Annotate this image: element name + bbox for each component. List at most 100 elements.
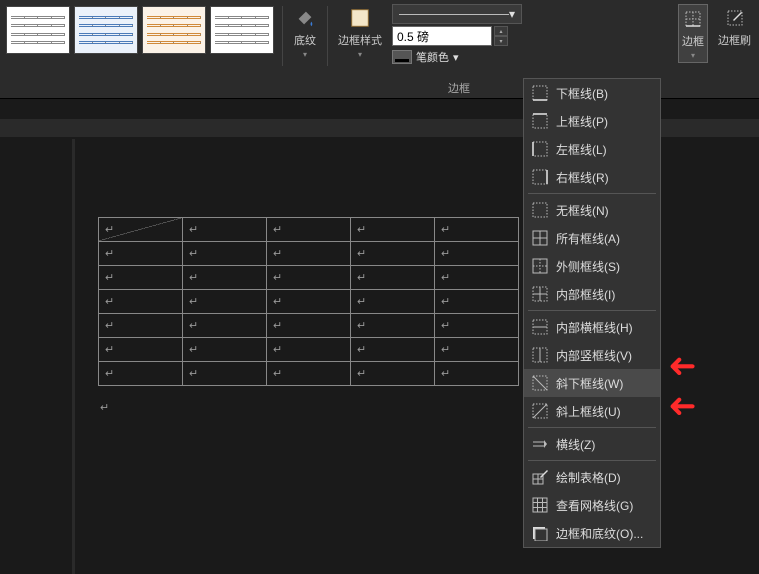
- spin-down-icon[interactable]: ▾: [494, 36, 508, 46]
- table-cell[interactable]: ↵: [351, 338, 435, 362]
- menu-item-diagonal-down[interactable]: 斜下框线(W): [524, 369, 660, 397]
- table-cell[interactable]: ↵: [183, 290, 267, 314]
- group-label-borders: 边框: [448, 80, 470, 96]
- menu-item-all-borders[interactable]: 所有框线(A): [524, 224, 660, 252]
- table-cell[interactable]: ↵: [435, 242, 519, 266]
- table-cell[interactable]: ↵: [99, 218, 183, 242]
- table-style-option[interactable]: [210, 6, 274, 54]
- menu-item-bottom-border[interactable]: 下框线(B): [524, 79, 660, 107]
- diagonal-down-icon: [532, 375, 548, 391]
- no-border-icon: [532, 202, 548, 218]
- menu-item-borders-and-shading[interactable]: 边框和底纹(O)...: [524, 519, 660, 547]
- table-style-gallery: [4, 4, 276, 56]
- spin-up-icon[interactable]: ▴: [494, 26, 508, 36]
- table-cell[interactable]: ↵: [435, 218, 519, 242]
- top-border-icon: [532, 113, 548, 129]
- menu-item-label: 左框线(L): [556, 141, 607, 158]
- shading-button[interactable]: 底纹 ▾: [289, 4, 321, 61]
- table-cell[interactable]: ↵: [351, 242, 435, 266]
- table-cell[interactable]: ↵: [99, 290, 183, 314]
- pen-color-swatch-icon: [392, 50, 412, 64]
- table-style-option[interactable]: [74, 6, 138, 54]
- table-cell[interactable]: ↵: [267, 338, 351, 362]
- separator: [327, 6, 328, 66]
- menu-item-label: 下框线(B): [556, 85, 608, 102]
- paragraph-mark: ↵: [100, 401, 109, 414]
- table-cell[interactable]: ↵: [99, 266, 183, 290]
- table-cell[interactable]: ↵: [351, 362, 435, 386]
- menu-item-label: 斜下框线(W): [556, 375, 623, 392]
- table-cell[interactable]: ↵: [435, 314, 519, 338]
- table-cell[interactable]: ↵: [267, 290, 351, 314]
- menu-item-label: 内部竖框线(V): [556, 347, 632, 364]
- table-cell[interactable]: ↵: [267, 266, 351, 290]
- line-weight-spinner[interactable]: ▴ ▾: [494, 26, 508, 46]
- menu-item-outside-borders[interactable]: 外侧框线(S): [524, 252, 660, 280]
- chevron-down-icon: ▾: [691, 51, 695, 60]
- menu-item-label: 查看网格线(G): [556, 497, 633, 514]
- table-cell[interactable]: ↵: [267, 314, 351, 338]
- table-row: ↵ ↵ ↵ ↵ ↵: [99, 218, 519, 242]
- table-cell[interactable]: ↵: [183, 338, 267, 362]
- table-style-option[interactable]: [6, 6, 70, 54]
- pen-color-label: 笔颜色: [416, 49, 449, 65]
- chevron-down-icon: ▾: [303, 50, 307, 59]
- table-cell[interactable]: ↵: [351, 266, 435, 290]
- borders-icon: [681, 7, 705, 31]
- table-cell[interactable]: ↵: [183, 218, 267, 242]
- table-cell[interactable]: ↵: [99, 314, 183, 338]
- horizontal-line-icon: [532, 436, 548, 452]
- right-border-icon: [532, 169, 548, 185]
- table-cell[interactable]: ↵: [267, 362, 351, 386]
- chevron-down-icon: ▾: [358, 50, 362, 59]
- border-painter-button[interactable]: 边框刷: [714, 4, 755, 50]
- borders-dropdown-button[interactable]: 边框 ▾: [678, 4, 708, 63]
- table-cell[interactable]: ↵: [351, 218, 435, 242]
- menu-item-inside-vertical[interactable]: 内部竖框线(V): [524, 341, 660, 369]
- document-table[interactable]: ↵ ↵ ↵ ↵ ↵ ↵ ↵ ↵ ↵ ↵ ↵ ↵ ↵ ↵ ↵ ↵ ↵ ↵ ↵ ↵: [98, 217, 519, 386]
- table-cell[interactable]: ↵: [267, 218, 351, 242]
- menu-item-top-border[interactable]: 上框线(P): [524, 107, 660, 135]
- table-cell[interactable]: ↵: [183, 266, 267, 290]
- table-cell[interactable]: ↵: [99, 338, 183, 362]
- ruler-vertical[interactable]: [72, 139, 75, 574]
- table-cell[interactable]: ↵: [267, 242, 351, 266]
- menu-item-diagonal-up[interactable]: 斜上框线(U): [524, 397, 660, 425]
- line-style-dropdown[interactable]: ▾: [392, 4, 522, 24]
- line-preview: [399, 14, 509, 15]
- bottom-border-icon: [532, 85, 548, 101]
- table-cell[interactable]: ↵: [183, 362, 267, 386]
- menu-item-inside-borders[interactable]: 内部框线(I): [524, 280, 660, 308]
- table-cell[interactable]: ↵: [99, 362, 183, 386]
- table-cell[interactable]: ↵: [183, 314, 267, 338]
- table-cell[interactable]: ↵: [99, 242, 183, 266]
- menu-item-left-border[interactable]: 左框线(L): [524, 135, 660, 163]
- table-row: ↵ ↵ ↵ ↵ ↵: [99, 338, 519, 362]
- menu-item-label: 上框线(P): [556, 113, 608, 130]
- table-row: ↵ ↵ ↵ ↵ ↵: [99, 314, 519, 338]
- menu-item-right-border[interactable]: 右框线(R): [524, 163, 660, 191]
- menu-item-inside-horizontal[interactable]: 内部横框线(H): [524, 313, 660, 341]
- menu-item-label: 右框线(R): [556, 169, 609, 186]
- table-cell[interactable]: ↵: [351, 314, 435, 338]
- table-cell[interactable]: ↵: [183, 242, 267, 266]
- table-style-option[interactable]: [142, 6, 206, 54]
- menu-item-horizontal-line[interactable]: 横线(Z): [524, 430, 660, 458]
- line-weight-input[interactable]: 0.5 磅: [392, 26, 492, 46]
- menu-item-draw-table[interactable]: 绘制表格(D): [524, 463, 660, 491]
- table-cell[interactable]: ↵: [435, 338, 519, 362]
- pen-color-button[interactable]: 笔颜色 ▾: [392, 49, 672, 65]
- border-style-icon: [348, 6, 372, 30]
- menu-item-no-border[interactable]: 无框线(N): [524, 196, 660, 224]
- table-cell[interactable]: ↵: [435, 362, 519, 386]
- border-style-button[interactable]: 边框样式 ▾: [334, 4, 386, 61]
- menu-item-label: 横线(Z): [556, 436, 595, 453]
- table-row: ↵ ↵ ↵ ↵ ↵: [99, 242, 519, 266]
- table-cell[interactable]: ↵: [435, 266, 519, 290]
- view-gridlines-icon: [532, 497, 548, 513]
- table-cell[interactable]: ↵: [351, 290, 435, 314]
- table-cell[interactable]: ↵: [435, 290, 519, 314]
- menu-separator: [528, 427, 656, 428]
- menu-item-view-gridlines[interactable]: 查看网格线(G): [524, 491, 660, 519]
- separator: [282, 6, 283, 66]
